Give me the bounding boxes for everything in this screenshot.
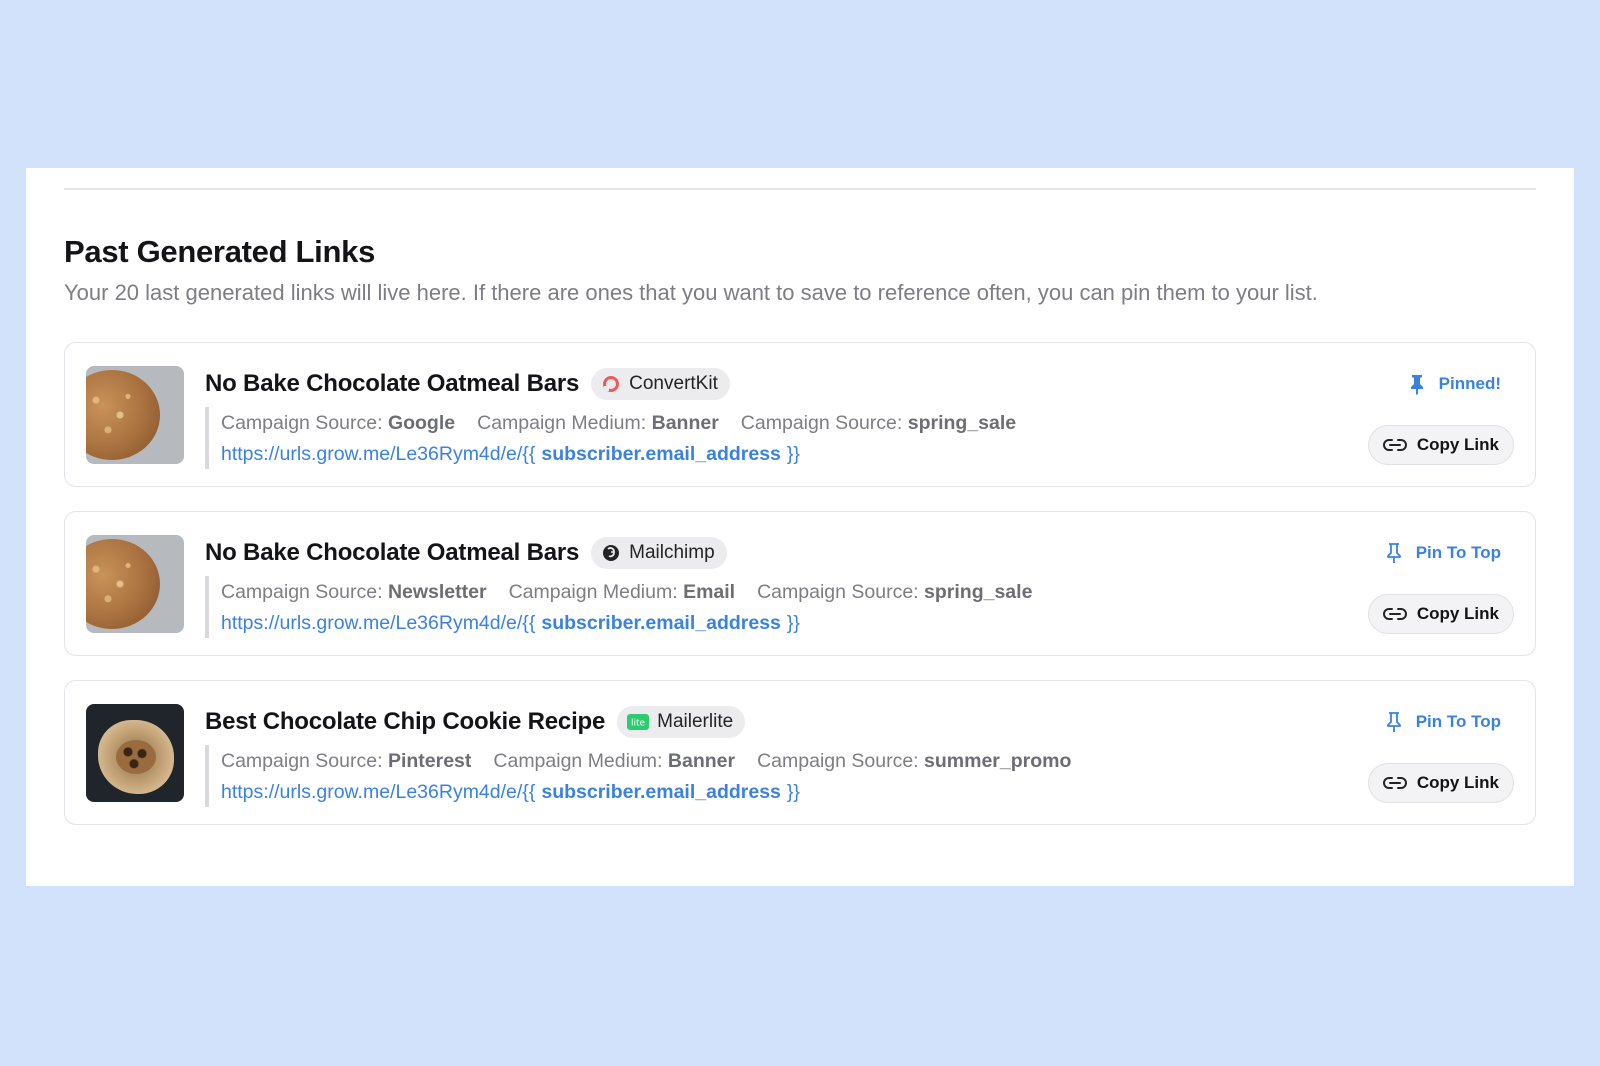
- generated-url[interactable]: https://urls.grow.me/Le36Rym4d/e/{{ subs…: [221, 439, 1275, 469]
- provider-name: Mailchimp: [629, 542, 715, 563]
- link-meta: Campaign Source: Pinterest Campaign Medi…: [205, 745, 1275, 807]
- campaign-label: Campaign Source:: [757, 749, 919, 772]
- mailerlite-icon: lite: [627, 714, 650, 730]
- section-title: Past Generated Links: [64, 234, 376, 269]
- source-value: Pinterest: [387, 749, 472, 772]
- convertkit-icon: [601, 374, 621, 394]
- provider-name: ConvertKit: [629, 373, 718, 394]
- campaign-label: Campaign Source:: [740, 411, 903, 434]
- medium-value: Banner: [651, 411, 719, 434]
- source-label: Campaign Source:: [221, 749, 383, 772]
- pin-label: Pin To Top: [1415, 712, 1501, 731]
- section-description: Your 20 last generated links will live h…: [64, 280, 1318, 305]
- provider-badge: ConvertKit: [591, 368, 730, 400]
- url-suffix: }}: [786, 611, 800, 634]
- url-suffix: }}: [786, 442, 800, 465]
- link-icon: [1382, 776, 1407, 790]
- link-meta: Campaign Source: Google Campaign Medium:…: [205, 407, 1275, 469]
- source-label: Campaign Source:: [221, 580, 383, 603]
- pin-icon: [1386, 711, 1402, 733]
- campaign-label: Campaign Source:: [757, 580, 919, 603]
- link-icon: [1382, 438, 1407, 452]
- copy-link-button[interactable]: Copy Link: [1367, 763, 1514, 803]
- source-label: Campaign Source:: [221, 411, 383, 434]
- copy-link-label: Copy Link: [1416, 604, 1499, 623]
- oatmeal-bars-image: [86, 366, 184, 464]
- medium-value: Email: [683, 580, 736, 603]
- source-value: Newsletter: [387, 580, 487, 603]
- campaign-value: spring_sale: [907, 411, 1017, 434]
- url-variable: subscriber.email_address: [541, 442, 781, 465]
- url-prefix: https://urls.grow.me/Le36Rym4d/e/{{: [221, 611, 536, 634]
- pin-label: Pin To Top: [1415, 543, 1501, 562]
- oatmeal-bars-image: [86, 535, 184, 633]
- mailchimp-icon: [601, 543, 621, 563]
- chocolate-chip-cookies-image: [86, 704, 184, 802]
- links-list: No Bake Chocolate Oatmeal Bars ConvertKi…: [64, 342, 1536, 849]
- link-title: No Bake Chocolate Oatmeal Bars: [205, 370, 580, 397]
- url-variable: subscriber.email_address: [541, 611, 781, 634]
- medium-label: Campaign Medium:: [493, 749, 663, 772]
- medium-value: Banner: [667, 749, 736, 772]
- pinned-button[interactable]: Pinned!: [1409, 371, 1501, 397]
- mailerlite-icon-text: lite: [631, 719, 646, 729]
- divider: [64, 188, 1536, 190]
- source-value: Google: [387, 411, 456, 434]
- pin-to-top-button[interactable]: Pin To Top: [1386, 709, 1501, 735]
- url-suffix: }}: [786, 780, 800, 803]
- generated-url[interactable]: https://urls.grow.me/Le36Rym4d/e/{{ subs…: [221, 608, 1275, 638]
- link-title: No Bake Chocolate Oatmeal Bars: [205, 539, 580, 566]
- medium-label: Campaign Medium:: [508, 580, 678, 603]
- provider-name: Mailerlite: [657, 711, 734, 732]
- medium-label: Campaign Medium:: [477, 411, 647, 434]
- url-variable: subscriber.email_address: [541, 780, 781, 803]
- copy-link-label: Copy Link: [1416, 773, 1499, 792]
- link-card: Best Chocolate Chip Cookie Recipe lite M…: [64, 680, 1536, 825]
- link-icon: [1382, 607, 1407, 621]
- copy-link-label: Copy Link: [1416, 435, 1499, 454]
- copy-link-button[interactable]: Copy Link: [1367, 594, 1514, 634]
- url-prefix: https://urls.grow.me/Le36Rym4d/e/{{: [221, 442, 536, 465]
- link-meta: Campaign Source: Newsletter Campaign Med…: [205, 576, 1275, 638]
- campaign-value: spring_sale: [924, 580, 1033, 603]
- campaign-value: summer_promo: [924, 749, 1072, 772]
- copy-link-button[interactable]: Copy Link: [1367, 425, 1514, 465]
- link-card: No Bake Chocolate Oatmeal Bars ConvertKi…: [64, 342, 1536, 487]
- url-prefix: https://urls.grow.me/Le36Rym4d/e/{{: [221, 780, 536, 803]
- provider-badge: lite Mailerlite: [617, 706, 746, 738]
- link-card: No Bake Chocolate Oatmeal Bars Mailchimp…: [64, 511, 1536, 656]
- pin-filled-icon: [1409, 373, 1425, 395]
- link-title: Best Chocolate Chip Cookie Recipe: [205, 708, 606, 735]
- generated-url[interactable]: https://urls.grow.me/Le36Rym4d/e/{{ subs…: [221, 777, 1275, 807]
- pin-icon: [1386, 542, 1402, 564]
- pin-label: Pinned!: [1438, 374, 1501, 393]
- provider-badge: Mailchimp: [591, 537, 727, 569]
- pin-to-top-button[interactable]: Pin To Top: [1386, 540, 1501, 566]
- past-links-panel: Past Generated Links Your 20 last genera…: [26, 168, 1574, 886]
